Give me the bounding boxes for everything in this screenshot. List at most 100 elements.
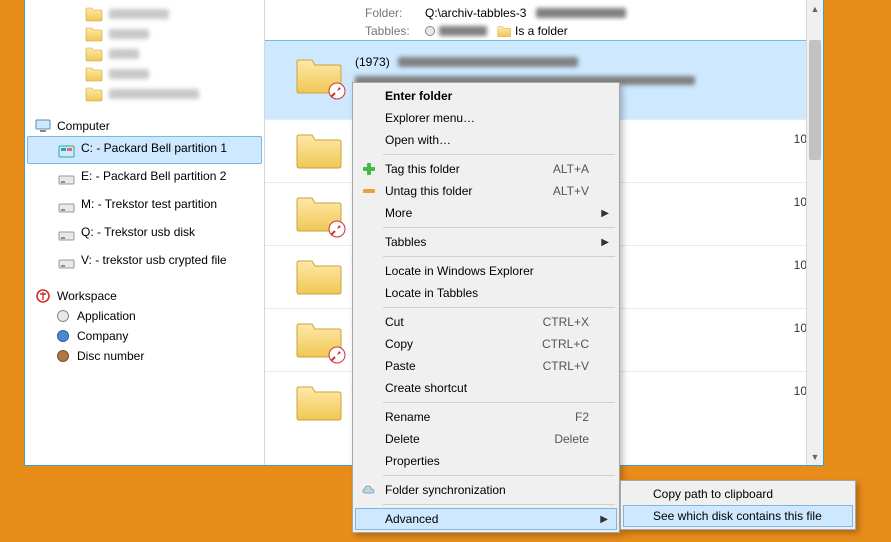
drive-label: M: - Trekstor test partition <box>81 197 217 212</box>
tag-circle-icon <box>425 26 435 36</box>
shortcut-label: ALT+V <box>553 184 589 198</box>
pin-badge-icon <box>327 345 347 365</box>
drive-label: Q: - Trekstor usb disk <box>81 225 195 240</box>
menu-tabbles[interactable]: Tabbles▶ <box>355 231 617 253</box>
computer-label: Computer <box>57 119 110 133</box>
cloud-icon <box>361 482 377 498</box>
workspace-item-application[interactable]: Application <box>27 306 262 326</box>
shortcut-label: Delete <box>554 432 589 446</box>
workspace-item-discnumber[interactable]: Disc number <box>27 346 262 366</box>
workspace-item-label: Disc number <box>77 349 144 363</box>
tree-folder-item[interactable] <box>45 64 264 84</box>
vertical-scrollbar[interactable]: ▲ ▼ <box>806 0 823 465</box>
workspace-item-company[interactable]: Company <box>27 326 262 346</box>
drive-e[interactable]: E: - Packard Bell partition 2 <box>27 164 262 192</box>
tabbles-field-label: Tabbles: <box>365 24 415 38</box>
menu-tag-folder[interactable]: Tag this folderALT+A <box>355 158 617 180</box>
blurred-title <box>398 57 578 67</box>
menu-open-with[interactable]: Open with… <box>355 129 617 151</box>
blurred-label <box>109 9 169 19</box>
drive-m[interactable]: M: - Trekstor test partition <box>27 192 262 220</box>
drive-c[interactable]: C: - Packard Bell partition 1 <box>27 136 262 164</box>
drive-label: V: - trekstor usb crypted file <box>81 253 227 268</box>
blurred-label <box>109 89 199 99</box>
menu-folder-sync[interactable]: Folder synchronization <box>355 479 617 501</box>
menu-paste[interactable]: PasteCTRL+V <box>355 355 617 377</box>
menu-separator <box>383 256 615 257</box>
menu-cut[interactable]: CutCTRL+X <box>355 311 617 333</box>
item-detail-header: Folder: Q:\archiv-tabbles-3 Tabbles: Is … <box>265 0 823 40</box>
drive-v[interactable]: V: - trekstor usb crypted file <box>27 248 262 276</box>
drive-icon <box>58 227 75 243</box>
context-menu: Enter folder Explorer menu… Open with… T… <box>352 82 620 533</box>
menu-separator <box>383 475 615 476</box>
menu-locate-tabbles[interactable]: Locate in Tabbles <box>355 282 617 304</box>
menu-enter-folder[interactable]: Enter folder <box>355 85 617 107</box>
submenu-see-disk[interactable]: See which disk contains this file <box>623 505 853 527</box>
shortcut-label: F2 <box>575 410 589 424</box>
drive-label: E: - Packard Bell partition 2 <box>81 169 226 184</box>
menu-more[interactable]: More▶ <box>355 202 617 224</box>
submenu-arrow-icon: ▶ <box>600 514 608 525</box>
folder-icon <box>295 193 343 235</box>
scroll-up-button[interactable]: ▲ <box>807 0 823 17</box>
tree-folder-item[interactable] <box>45 24 264 44</box>
pin-badge-icon <box>327 219 347 239</box>
drive-label: C: - Packard Bell partition 1 <box>81 141 227 156</box>
folder-icon <box>295 382 343 424</box>
workspace-icon <box>35 288 51 304</box>
menu-explorer-menu[interactable]: Explorer menu… <box>355 107 617 129</box>
folder-icon <box>295 130 343 172</box>
menu-separator <box>383 504 615 505</box>
blurred-label <box>109 29 149 39</box>
tree-folder-item[interactable] <box>45 84 264 104</box>
shortcut-label: ALT+A <box>553 162 589 176</box>
workspace-section-header[interactable]: Workspace <box>25 282 264 306</box>
scroll-thumb[interactable] <box>809 40 821 160</box>
blurred-label <box>109 69 149 79</box>
is-folder-badge: Is a folder <box>515 24 568 38</box>
folder-icon <box>497 25 511 37</box>
menu-delete[interactable]: DeleteDelete <box>355 428 617 450</box>
favorite-folders <box>25 0 264 112</box>
item-year: (1973) <box>355 55 390 69</box>
sidebar: Computer C: - Packard Bell partition 1 E… <box>25 0 265 465</box>
folder-icon <box>85 46 103 62</box>
blurred-text <box>439 26 487 36</box>
folder-path: Q:\archiv-tabbles-3 <box>425 6 526 20</box>
menu-separator <box>383 227 615 228</box>
shortcut-label: CTRL+X <box>543 315 589 329</box>
menu-properties[interactable]: Properties <box>355 450 617 472</box>
plus-icon <box>361 161 377 177</box>
shortcut-label: CTRL+V <box>543 359 589 373</box>
tag-circle-icon <box>57 350 69 362</box>
menu-rename[interactable]: RenameF2 <box>355 406 617 428</box>
menu-create-shortcut[interactable]: Create shortcut <box>355 377 617 399</box>
menu-copy[interactable]: CopyCTRL+C <box>355 333 617 355</box>
folder-icon <box>85 86 103 102</box>
drive-icon <box>58 199 75 215</box>
drive-icon <box>58 143 75 159</box>
menu-locate-explorer[interactable]: Locate in Windows Explorer <box>355 260 617 282</box>
menu-separator <box>383 402 615 403</box>
computer-section-header[interactable]: Computer <box>25 112 264 136</box>
submenu-copy-path[interactable]: Copy path to clipboard <box>623 483 853 505</box>
menu-advanced[interactable]: Advanced▶ <box>355 508 617 530</box>
blurred-label <box>109 49 139 59</box>
minus-icon <box>361 183 377 199</box>
menu-separator <box>383 307 615 308</box>
blurred-text <box>536 8 626 18</box>
tag-circle-icon <box>57 330 69 342</box>
menu-separator <box>383 154 615 155</box>
workspace-item-label: Application <box>77 309 136 323</box>
menu-untag-folder[interactable]: Untag this folderALT+V <box>355 180 617 202</box>
drive-icon <box>58 171 75 187</box>
computer-icon <box>35 118 51 134</box>
drive-q[interactable]: Q: - Trekstor usb disk <box>27 220 262 248</box>
tree-folder-item[interactable] <box>45 44 264 64</box>
scroll-down-button[interactable]: ▼ <box>807 448 823 465</box>
tree-folder-item[interactable] <box>45 4 264 24</box>
folder-icon <box>85 26 103 42</box>
workspace-list: Application Company Disc number <box>25 306 264 372</box>
context-submenu-advanced: Copy path to clipboard See which disk co… <box>620 480 856 530</box>
